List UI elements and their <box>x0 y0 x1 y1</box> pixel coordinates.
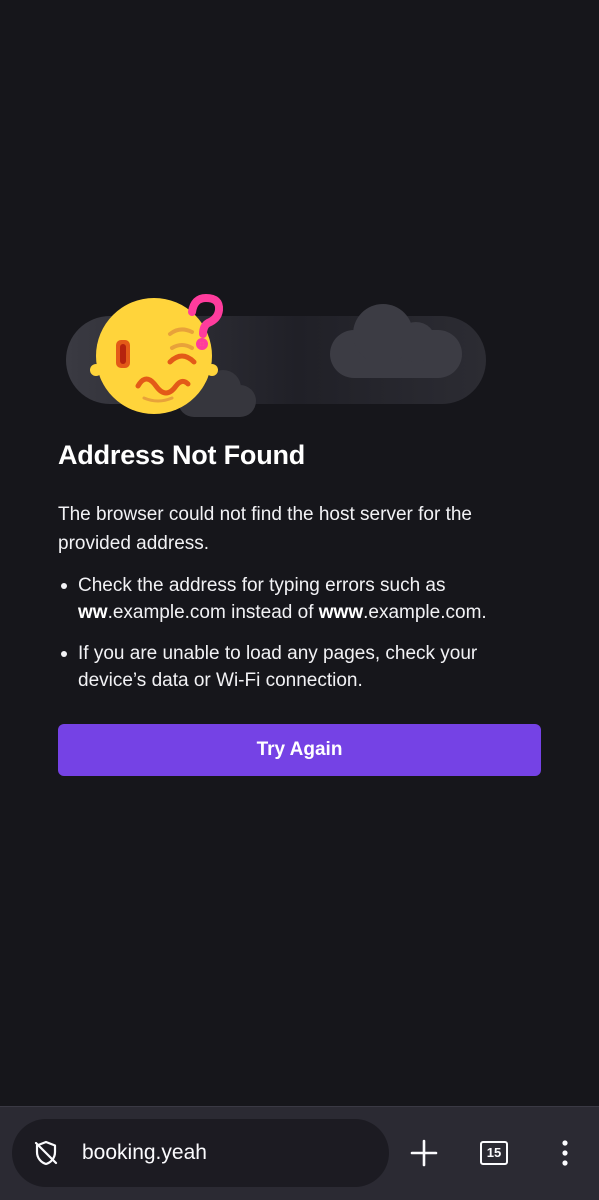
menu-button[interactable] <box>541 1129 589 1177</box>
error-tips-list: Check the address for typing errors such… <box>58 572 538 708</box>
new-tab-button[interactable] <box>400 1129 448 1177</box>
tip-typing-errors: Check the address for typing errors such… <box>58 572 538 626</box>
confused-face-illustration <box>66 294 486 417</box>
tip-text: .example.com instead of <box>107 602 319 623</box>
tip-text: If you are unable to load any pages, che… <box>78 643 478 691</box>
bullet-icon <box>61 583 67 589</box>
tip-connection: If you are unable to load any pages, che… <box>58 640 538 694</box>
url-text[interactable]: booking.yeah <box>82 1141 207 1165</box>
error-description: The browser could not find the host serv… <box>58 504 472 554</box>
bullet-icon <box>61 651 67 657</box>
tip-text: .example.com. <box>363 602 487 623</box>
tip-good-prefix: www <box>318 602 364 623</box>
error-title: Address Not Found <box>58 440 306 470</box>
browser-toolbar: booking.yeah 15 <box>0 1106 599 1200</box>
try-again-button[interactable]: Try Again <box>58 724 541 776</box>
url-bar[interactable]: booking.yeah <box>12 1119 389 1187</box>
kebab-menu-icon <box>562 1140 568 1166</box>
tab-counter-button[interactable]: 15 <box>470 1129 518 1177</box>
shield-slash-icon[interactable] <box>32 1139 60 1167</box>
tip-text: Check the address for typing errors such… <box>78 575 446 596</box>
plus-icon <box>410 1139 438 1167</box>
error-page: Address Not Found The browser could not … <box>0 0 599 1200</box>
cloud-right <box>330 304 462 378</box>
tip-bad-prefix: ww <box>78 602 108 623</box>
tab-counter-icon: 15 <box>480 1141 508 1165</box>
